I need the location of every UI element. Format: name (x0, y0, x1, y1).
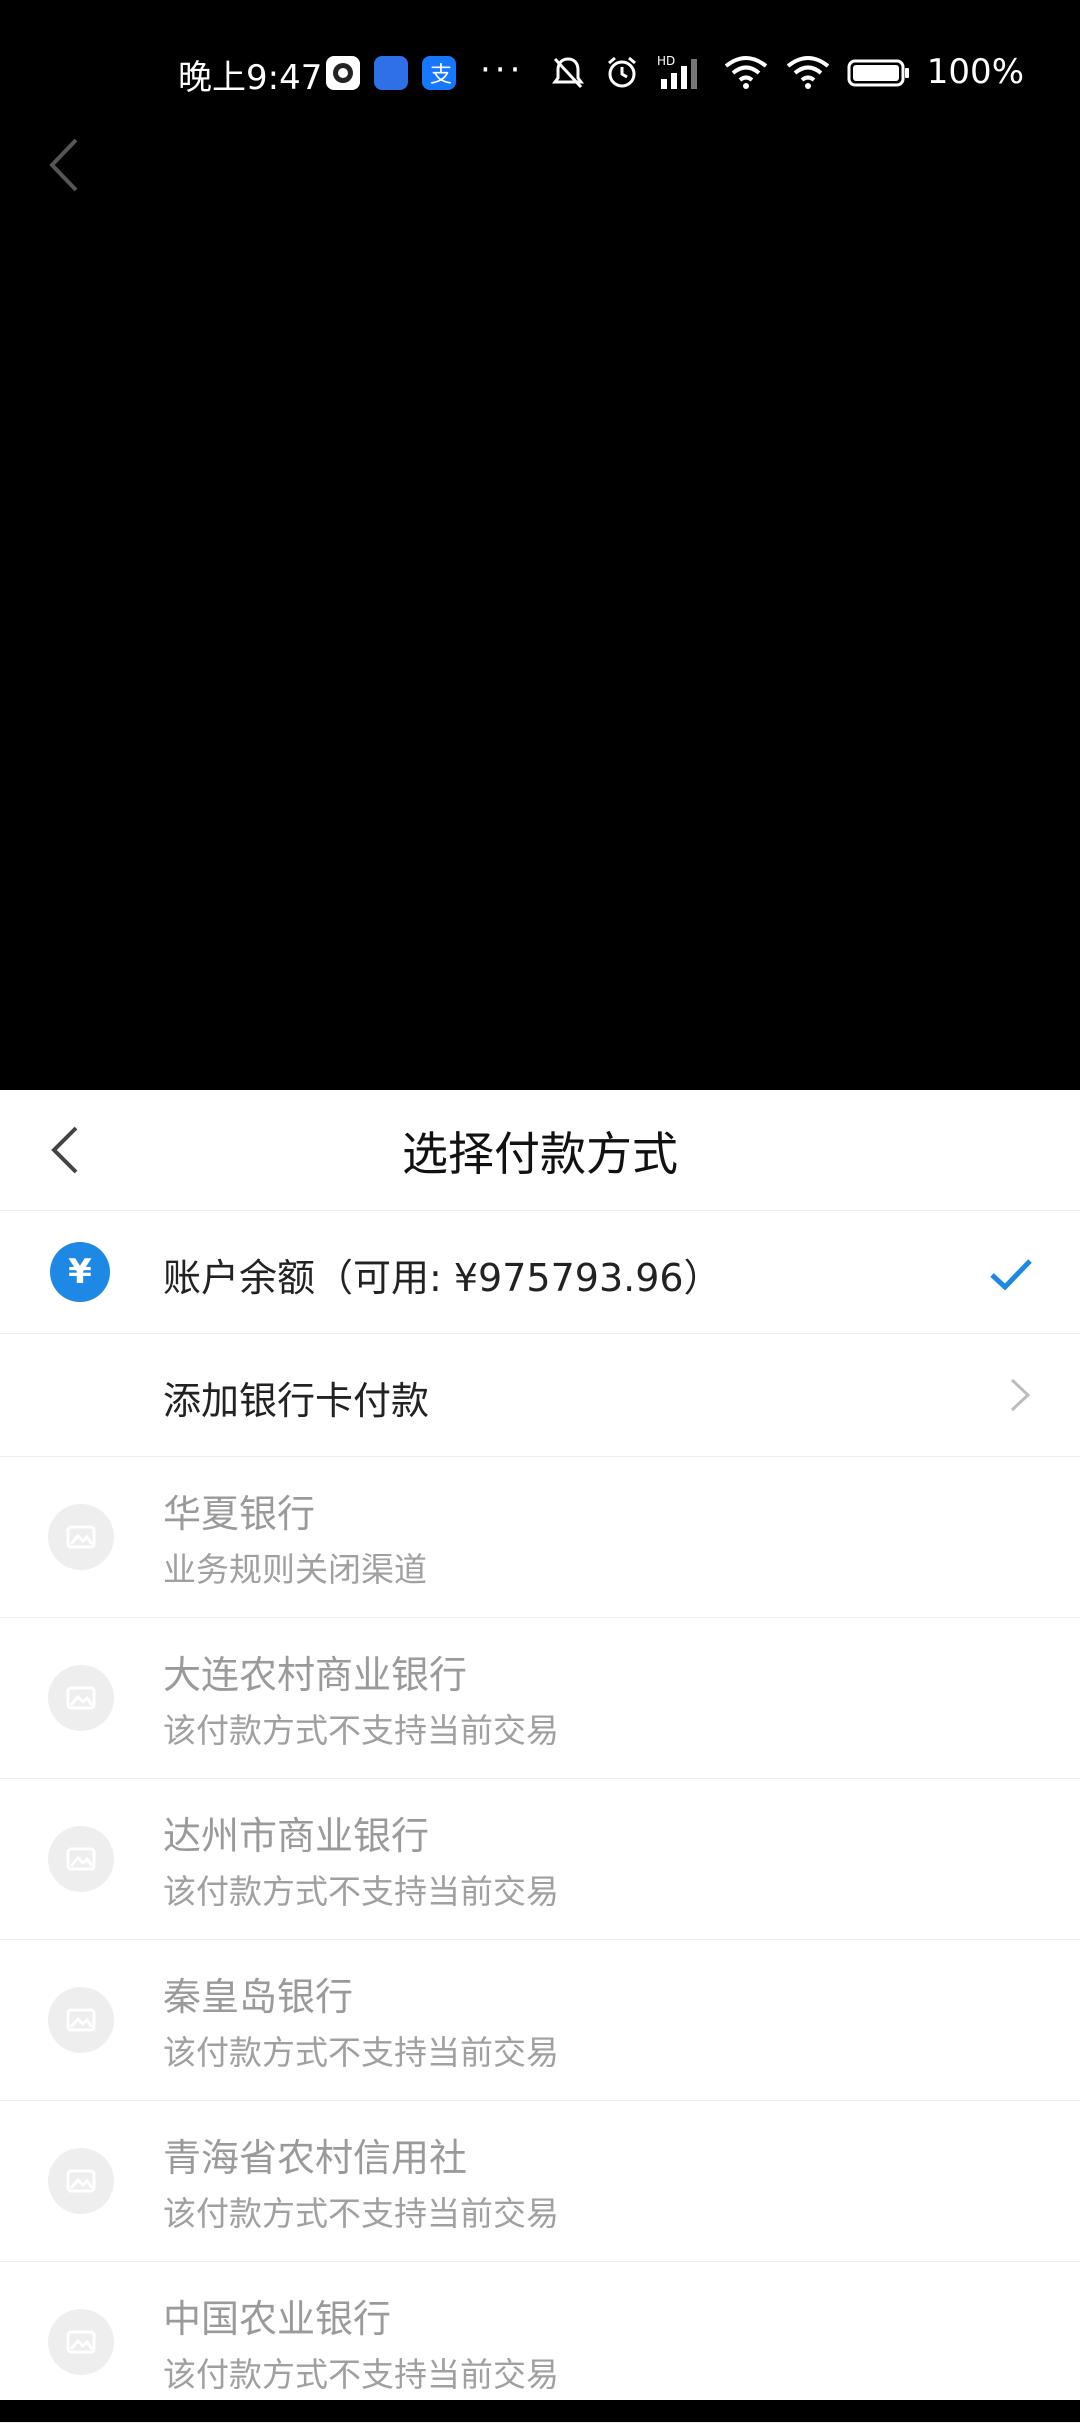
add-card-label: 添加银行卡付款 (163, 1379, 430, 1423)
list-item: 中国农业银行 该付款方式不支持当前交易 (0, 2262, 1080, 2423)
back-arrow-icon[interactable] (40, 130, 90, 200)
bank-unavailable-reason: 该付款方式不支持当前交易 (163, 1872, 559, 1911)
battery-percentage: 100% (926, 52, 1024, 92)
yen-icon: ¥ (50, 1242, 110, 1302)
mute-icon (551, 57, 584, 89)
svg-text:HD: HD (657, 54, 675, 68)
bank-logo-placeholder-icon (48, 1987, 114, 2053)
status-right-icons: HD 100% (549, 52, 1024, 92)
svg-text:支: 支 (430, 63, 452, 88)
list-item: 达州市商业银行 该付款方式不支持当前交易 (0, 1779, 1080, 1940)
wifi-icon (724, 56, 768, 89)
list-item: 大连农村商业银行 该付款方式不支持当前交易 (0, 1618, 1080, 1779)
app-notification-icon (326, 56, 360, 90)
bank-unavailable-reason: 该付款方式不支持当前交易 (163, 1711, 559, 1750)
bank-name: 达州市商业银行 (163, 1814, 430, 1858)
list-item: 青海省农村信用社 该付款方式不支持当前交易 (0, 2101, 1080, 2262)
bank-logo-placeholder-icon (48, 2148, 114, 2214)
autohome-app-icon (374, 56, 408, 90)
bank-name: 青海省农村信用社 (163, 2136, 468, 2180)
balance-option[interactable]: ¥ 账户余额（可用: ¥975793.96） (0, 1211, 1080, 1334)
bank-logo-placeholder-icon (48, 2309, 114, 2375)
list-item: 秦皇岛银行 该付款方式不支持当前交易 (0, 1940, 1080, 2101)
bank-logo-placeholder-icon (48, 1504, 114, 1570)
status-time: 晚上9:47 (178, 58, 323, 98)
screen: 晚上9:47 支 ··· HD 100% 选择付款方式 ¥ 账户余额（可用: ¥… (0, 0, 1080, 2423)
sheet-header: 选择付款方式 (0, 1090, 1080, 1211)
list-item: 华夏银行 业务规则关闭渠道 (0, 1457, 1080, 1618)
bank-name: 秦皇岛银行 (163, 1975, 354, 2019)
bank-name: 中国农业银行 (163, 2297, 392, 2341)
bank-name: 大连农村商业银行 (163, 1653, 468, 1697)
battery-icon (847, 59, 909, 87)
payment-method-sheet: 选择付款方式 ¥ 账户余额（可用: ¥975793.96） 添加银行卡付款 华夏… (0, 1090, 1080, 2423)
bank-unavailable-reason: 业务规则关闭渠道 (163, 1550, 427, 1589)
chevron-right-icon (1010, 1378, 1031, 1412)
hd-signal-icon: HD (657, 54, 697, 89)
alarm-icon (607, 56, 636, 88)
bank-unavailable-reason: 该付款方式不支持当前交易 (163, 2033, 559, 2072)
wifi-icon (786, 56, 830, 89)
bank-unavailable-reason: 该付款方式不支持当前交易 (163, 2194, 559, 2233)
page-title: 选择付款方式 (402, 1127, 678, 1181)
check-icon (990, 1259, 1032, 1291)
more-notifications-icon: ··· (480, 50, 525, 90)
bank-unavailable-reason: 该付款方式不支持当前交易 (163, 2355, 559, 2394)
balance-label: 账户余额（可用: ¥975793.96） (163, 1256, 722, 1300)
bank-logo-placeholder-icon (48, 1826, 114, 1892)
bank-name: 华夏银行 (163, 1492, 316, 1536)
bank-logo-placeholder-icon (48, 1665, 114, 1731)
alipay-icon: 支 (422, 56, 456, 90)
status-bar: 晚上9:47 支 ··· HD 100% (0, 0, 1080, 150)
add-bank-card-option[interactable]: 添加银行卡付款 (0, 1334, 1080, 1457)
